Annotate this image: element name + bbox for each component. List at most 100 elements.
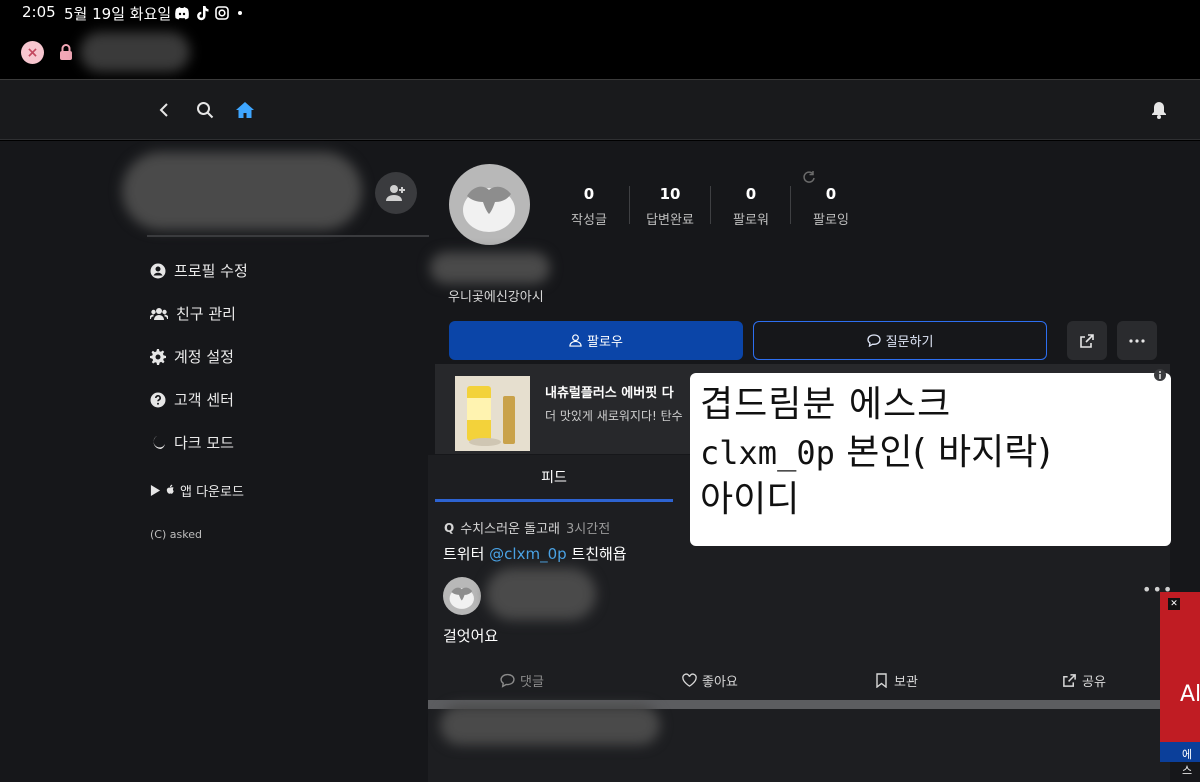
sidebar-item-help-center[interactable]: 고객 센터 xyxy=(150,389,234,410)
answer-text: 걸엇어요 xyxy=(443,627,499,645)
info-icon[interactable] xyxy=(1153,368,1167,382)
notifications-button[interactable] xyxy=(1145,96,1173,124)
search-button[interactable] xyxy=(191,96,219,124)
share-label: 공유 xyxy=(1082,675,1106,690)
app-download-link[interactable]: 앱 다운로드 xyxy=(150,481,244,500)
stat-value: 0 xyxy=(745,185,757,203)
stat-value: 0 xyxy=(583,185,595,203)
stat-label: 답변완료 xyxy=(646,213,694,228)
stat-label: 팔로잉 xyxy=(813,213,849,228)
question-meta: Q 수치스러운 돌고래 3시간전 xyxy=(444,518,610,538)
share-icon xyxy=(1063,674,1076,687)
share-button[interactable]: 공유 xyxy=(1062,671,1106,690)
sidebar-item-label: 친구 관리 xyxy=(176,305,236,323)
sidebar-item-label: 고객 센터 xyxy=(174,391,234,409)
ad-image xyxy=(455,376,530,451)
close-ad-icon[interactable]: ✕ xyxy=(1168,598,1180,610)
tiktok-icon xyxy=(197,6,209,21)
question-circle-icon xyxy=(150,392,166,407)
profile-bio: 우니곷에신강아시 xyxy=(448,290,544,305)
like-label: 좋아요 xyxy=(702,675,738,690)
redacted-username xyxy=(122,152,362,230)
redacted-profile-name xyxy=(430,252,550,284)
sidebar-item-friends[interactable]: 친구 관리 xyxy=(150,303,236,324)
annotation-line-2: clxm_0p 본인( 바지락) xyxy=(700,429,1161,477)
add-user-icon xyxy=(386,185,405,201)
question-text: 트위터 @clxm_0p 트친해욥 xyxy=(443,543,627,564)
refresh-icon[interactable] xyxy=(802,170,816,184)
stat-value: 10 xyxy=(659,185,681,203)
moon-icon xyxy=(153,435,165,449)
play-store-icon xyxy=(150,485,161,496)
stat-following[interactable]: 0 팔로잉 xyxy=(791,185,871,228)
more-horizontal-icon xyxy=(1129,338,1145,343)
save-button[interactable]: 보관 xyxy=(874,671,918,690)
annotation-card: 겹드림분 에스크 clxm_0p 본인( 바지락) 아이디 xyxy=(690,373,1171,546)
gear-icon xyxy=(150,348,166,365)
annotation-handle: clxm_0p xyxy=(700,434,835,472)
annotation-line-3: 아이디 xyxy=(700,479,800,520)
annotation-line-1: 겹드림분 에스크 xyxy=(700,384,952,425)
copyright: (C) asked xyxy=(150,528,202,541)
question-asker[interactable]: 수치스러운 돌고래 xyxy=(460,518,560,537)
search-icon xyxy=(197,102,214,119)
chevron-left-icon xyxy=(159,103,168,117)
sidebar-item-label: 다크 모드 xyxy=(174,434,234,452)
mention-link[interactable]: @clxm_0p xyxy=(489,545,566,563)
redacted-answerer-name xyxy=(486,568,596,620)
stat-value: 0 xyxy=(825,185,837,203)
home-icon xyxy=(236,102,254,118)
app-download-label: 앱 다운로드 xyxy=(180,485,244,500)
more-options-button[interactable] xyxy=(1117,321,1157,360)
close-icon: × xyxy=(26,44,39,61)
sidebar-item-account-settings[interactable]: 계정 설정 xyxy=(150,346,234,367)
tab-feed[interactable]: 피드 xyxy=(435,455,673,502)
user-icon xyxy=(569,334,582,347)
ask-question-button[interactable]: 질문하기 xyxy=(753,321,1047,360)
floating-ad-footer: 에스 xyxy=(1160,742,1200,777)
discord-icon xyxy=(175,7,189,20)
stat-label: 작성글 xyxy=(571,213,607,228)
share-profile-button[interactable] xyxy=(1067,321,1107,360)
question-q-icon: Q xyxy=(444,520,455,535)
comment-button[interactable]: 댓글 xyxy=(500,671,544,690)
stat-posts[interactable]: 0 작성글 xyxy=(549,185,629,228)
copyright-text: (C) asked xyxy=(150,528,202,541)
speech-bubble-icon xyxy=(866,334,881,347)
top-nav xyxy=(0,80,1200,140)
comment-label: 댓글 xyxy=(520,675,544,690)
redacted-url xyxy=(80,32,190,72)
sidebar-item-profile-edit[interactable]: 프로필 수정 xyxy=(150,260,248,281)
sidebar-item-label: 계정 설정 xyxy=(174,348,234,366)
heart-icon xyxy=(682,673,697,687)
bookmark-icon xyxy=(876,673,887,688)
follow-button[interactable]: 팔로우 xyxy=(449,321,743,360)
lock-icon xyxy=(60,44,72,60)
stat-followers[interactable]: 0 팔로워 xyxy=(711,185,791,228)
ask-label: 질문하기 xyxy=(885,335,934,350)
comment-icon xyxy=(500,673,515,688)
ad-title: 내츄럴플러스 에버핏 다 xyxy=(545,386,674,401)
avatar-image xyxy=(463,186,515,232)
bell-icon xyxy=(1152,102,1166,119)
home-button[interactable] xyxy=(231,96,259,124)
status-date: 5월 19일 화요일 xyxy=(64,5,172,23)
sidebar-item-label: 프로필 수정 xyxy=(174,262,248,280)
close-tab-button[interactable]: × xyxy=(21,41,44,64)
add-friend-button[interactable] xyxy=(375,172,417,214)
save-label: 보관 xyxy=(894,675,918,690)
annotation-line-2-rest: 본인( 바지락) xyxy=(834,432,1052,473)
sidebar-item-dark-mode[interactable]: 다크 모드 xyxy=(150,432,234,453)
instagram-icon xyxy=(215,6,229,20)
answer-avatar[interactable] xyxy=(443,577,481,615)
follow-label: 팔로우 xyxy=(587,335,623,350)
screen: 2:05 5월 19일 화요일 × 프로필 수정 친구 관리 계정 설정 고객 … xyxy=(0,0,1200,782)
profile-avatar xyxy=(449,164,530,245)
users-icon xyxy=(150,307,168,320)
apple-icon xyxy=(166,484,174,494)
floating-ad[interactable]: ✕ Al xyxy=(1160,592,1200,762)
like-button[interactable]: 좋아요 xyxy=(682,671,738,690)
stat-answered[interactable]: 10 답변완료 xyxy=(630,185,710,228)
floating-ad-text: Al xyxy=(1180,682,1200,707)
back-button[interactable] xyxy=(151,96,179,124)
